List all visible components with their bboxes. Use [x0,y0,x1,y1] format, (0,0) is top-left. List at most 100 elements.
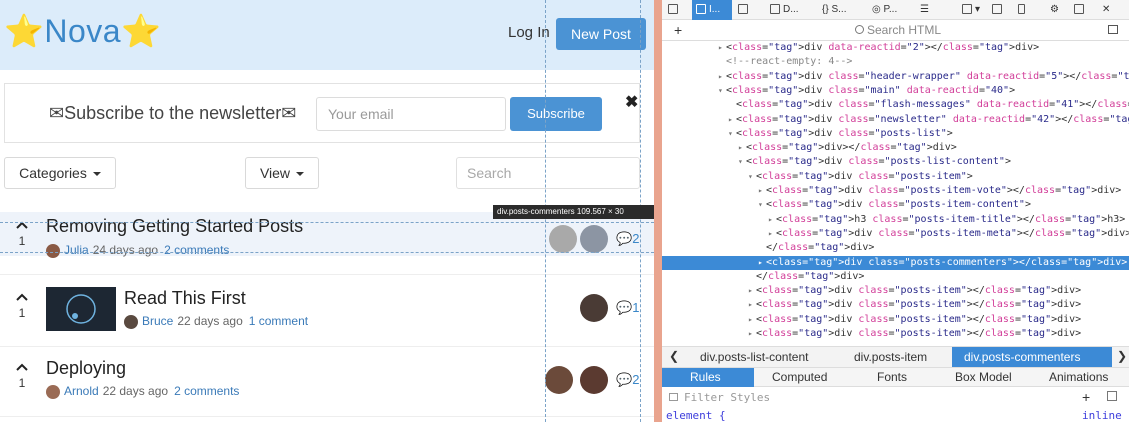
tab-performance[interactable]: ◎ P... [872,0,897,20]
expanded-icon[interactable]: ▾ [728,127,736,141]
upvote-icon[interactable] [16,362,28,374]
dom-node[interactable]: ▾ <class="tag">div class="posts-list-cont… [662,155,1129,169]
vote-block[interactable]: 1 [11,220,33,248]
search-input[interactable]: Search [456,157,640,189]
commenter-avatar[interactable] [549,225,577,253]
commenter-avatar[interactable] [580,225,608,253]
screenshot-node-icon[interactable] [1108,25,1118,34]
post-title[interactable]: Removing Getting Started Posts [46,216,303,237]
collapsed-icon[interactable]: ▸ [758,184,766,198]
vote-block[interactable]: 1 [11,292,33,320]
dom-node[interactable]: ▸ <class="tag">div class="posts-item"></c… [662,327,1129,341]
upvote-icon[interactable] [16,292,28,304]
categories-dropdown[interactable]: Categories [4,157,116,189]
breadcrumb-item[interactable]: div.posts-list-content [700,350,809,364]
expanded-icon[interactable]: ▾ [758,198,766,212]
subscribe-button[interactable]: Subscribe [510,97,602,131]
tab-inspector[interactable]: I... [692,0,732,20]
dom-node[interactable]: <!--react-empty: 4--> [662,55,1129,69]
post-thumbnail[interactable] [46,287,116,331]
comment-count[interactable]: 💬1 [616,300,639,316]
collapsed-icon[interactable]: ▸ [738,141,746,155]
dom-node-selected[interactable]: ▸ <class="tag">div class="posts-commenter… [662,255,1129,270]
vote-block[interactable]: 1 [11,362,33,390]
collapsed-icon[interactable]: ▸ [748,313,756,327]
network-icon[interactable]: ☰ [920,0,929,20]
expanded-icon[interactable]: ▾ [748,170,756,184]
close-icon[interactable]: ✖ [625,92,638,112]
breadcrumb-scroll-right[interactable]: ❯ [1117,349,1127,363]
comments-link[interactable]: 2 comments [164,243,229,257]
responsive-icon[interactable] [1018,0,1028,20]
expanded-icon[interactable]: ▾ [718,84,726,98]
dom-node[interactable]: ▸ <class="tag">div class="posts-item"></c… [662,313,1129,327]
pane-divider[interactable] [654,0,662,422]
comment-count[interactable]: 💬2 [616,372,639,388]
login-link[interactable]: Log In [508,24,550,41]
post-title[interactable]: Deploying [46,358,126,379]
dom-node[interactable]: ▸ <class="tag">div class="newsletter" dat… [662,113,1129,127]
collapsed-icon[interactable]: ▸ [768,227,776,241]
dom-node[interactable]: ▸ <class="tag">div data-reactid="2"></cla… [662,41,1129,55]
dom-node[interactable]: </class="tag">div> [662,270,1129,284]
tab-computed[interactable]: Computed [772,370,827,384]
dom-node[interactable]: ▸ <class="tag">div class="posts-item"></c… [662,284,1129,298]
tab-rules[interactable]: Rules [690,370,721,384]
collapsed-icon[interactable]: ▸ [748,284,756,298]
author-link[interactable]: Arnold [64,384,99,398]
dock-icon[interactable] [1074,0,1087,20]
breadcrumb-item[interactable]: div.posts-item [854,350,927,364]
collapsed-icon[interactable]: ▸ [728,113,736,127]
split-icon[interactable] [992,0,1005,20]
dom-node[interactable]: ▾ <class="tag">div class="posts-item-cont… [662,198,1129,212]
tab-debugger[interactable]: D... [770,0,799,20]
dom-node[interactable]: ▸ <class="tag">div class="posts-item-vote… [662,184,1129,198]
dom-node[interactable]: ▾ <class="tag">div class="posts-item"> [662,170,1129,184]
close-devtools-icon[interactable]: ✕ [1102,0,1110,20]
expanded-icon[interactable]: ▾ [738,155,746,169]
breadcrumb-scroll-left[interactable]: ❮ [669,349,679,363]
dom-node[interactable]: </class="tag">div> [662,241,1129,255]
view-dropdown[interactable]: View [245,157,319,189]
commenter-avatar[interactable] [580,366,608,394]
add-node-icon[interactable]: + [674,22,682,38]
collapsed-icon[interactable]: ▸ [718,70,726,84]
site-logo[interactable]: ⭐Nova⭐ [4,12,161,50]
post-title[interactable]: Read This First [124,288,246,309]
dom-node[interactable]: ▾ <class="tag">div class="main" data-reac… [662,84,1129,98]
console-icon[interactable] [738,0,751,20]
tab-style-editor[interactable]: {} S... [822,0,846,20]
html-search-input[interactable]: Search HTML [867,23,941,37]
dom-node[interactable]: ▸ <class="tag">h3 class="posts-item-title… [662,213,1129,227]
commenter-avatar[interactable] [580,294,608,322]
print-media-icon[interactable] [1107,391,1117,401]
author-avatar[interactable] [46,243,60,258]
settings-icon[interactable]: ⚙ [1050,0,1059,20]
dom-node[interactable]: ▸ <class="tag">div class="header-wrapper"… [662,70,1129,84]
newsletter-email-input[interactable]: Your email [316,97,506,131]
breadcrumb-item[interactable]: div.posts-commenters [964,350,1080,364]
collapsed-icon[interactable]: ▸ [718,41,726,55]
comments-link[interactable]: 2 comments [174,384,239,398]
tab-box-model[interactable]: Box Model [955,370,1012,384]
author-avatar[interactable] [124,314,138,329]
dom-node[interactable]: ▸ <class="tag">div class="posts-item"></c… [662,298,1129,312]
author-avatar[interactable] [46,384,60,399]
layout-icon[interactable]: ▾ [962,0,980,20]
new-post-button[interactable]: New Post [556,18,646,50]
add-rule-button[interactable]: + [1082,389,1090,405]
comment-count[interactable]: 💬2 [616,231,639,247]
author-link[interactable]: Bruce [142,314,173,328]
collapsed-icon[interactable]: ▸ [758,256,766,270]
filter-styles-input[interactable]: Filter Styles [684,391,770,404]
tab-animations[interactable]: Animations [1049,370,1108,384]
collapsed-icon[interactable]: ▸ [748,327,756,341]
picker-icon[interactable] [668,0,681,20]
rule-source-link[interactable]: inline [1082,409,1122,422]
dom-node[interactable]: ▾ <class="tag">div class="posts-list"> [662,127,1129,141]
dom-node[interactable]: ▸ <class="tag">div></class="tag">div> [662,141,1129,155]
tab-fonts[interactable]: Fonts [877,370,907,384]
commenter-avatar[interactable] [545,366,573,394]
dom-node[interactable]: ▸ <class="tag">div class="posts-item-meta… [662,227,1129,241]
collapsed-icon[interactable]: ▸ [768,213,776,227]
